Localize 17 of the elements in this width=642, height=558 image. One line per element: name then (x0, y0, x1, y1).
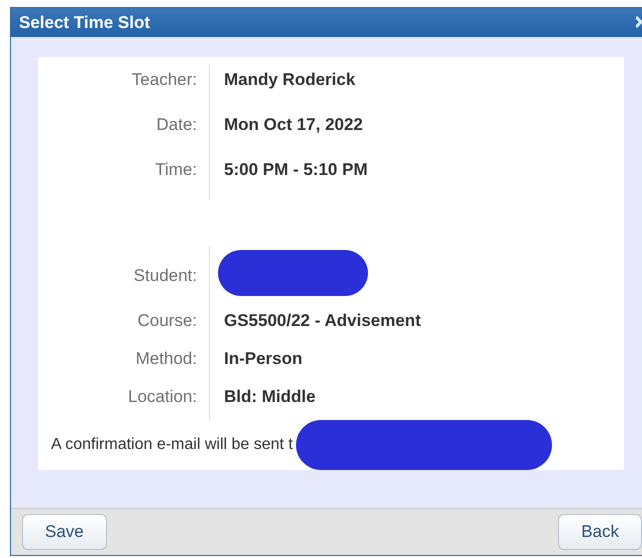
field-value: 5:00 PM - 5:10 PM (223, 158, 368, 181)
field-label: Student: (38, 246, 210, 306)
dialog-button[interactable]: Back (558, 514, 642, 550)
field-label: Date: (38, 110, 210, 155)
field-value: In-Person (223, 348, 304, 370)
field-value: GS5500/22 - Advisement (223, 310, 421, 332)
field-label: Teacher: (38, 64, 210, 110)
field-value: Mon Oct 17, 2022 (223, 114, 364, 136)
field-value: Mandy Roderick (223, 68, 356, 91)
field-label: Course: (38, 306, 210, 344)
field-label: Location: (38, 382, 210, 420)
confirmation-text: A confirmation e-mail will be sent t (51, 434, 293, 455)
field-label: Time: (38, 154, 210, 200)
dialog-button[interactable]: Save (22, 514, 107, 550)
window-title: Select Time Slot (19, 12, 150, 34)
field-label: Method: (38, 344, 210, 382)
field-value: Bld: Middle (223, 386, 317, 408)
